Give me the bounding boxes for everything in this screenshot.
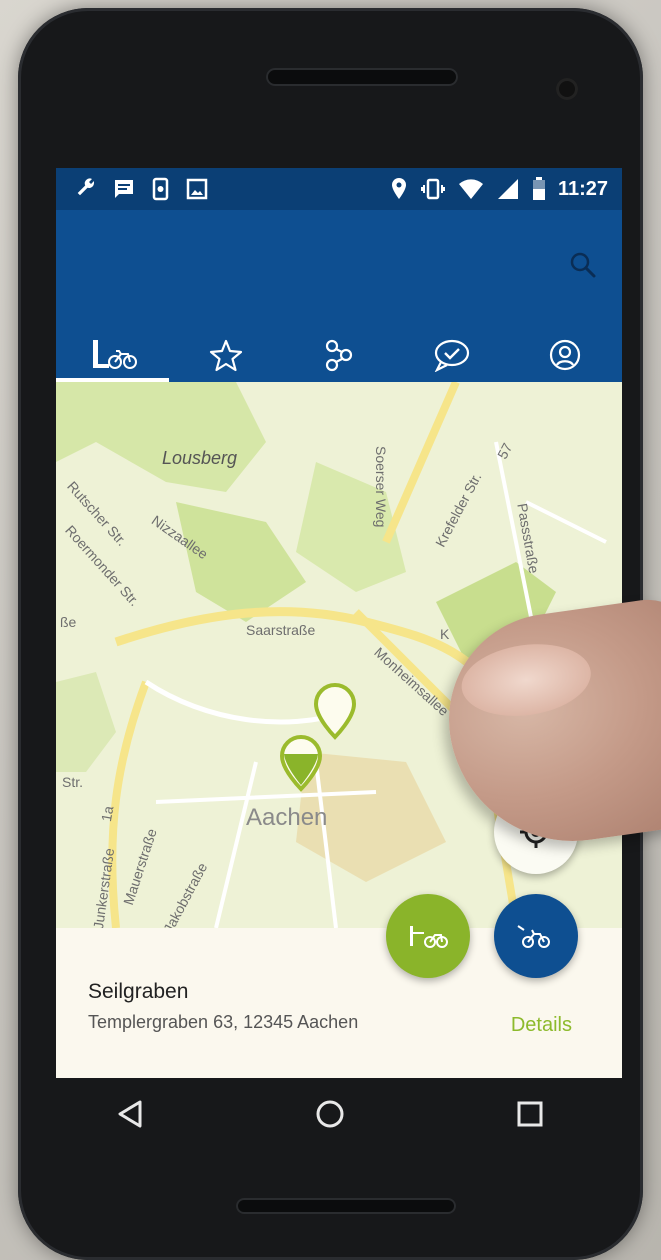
location-icon — [391, 178, 406, 199]
map-label-lousberg: Lousberg — [162, 448, 238, 468]
bike-rent-icon — [410, 926, 448, 948]
details-button[interactable]: Details — [511, 1014, 572, 1037]
station-address: Templergraben 63, 12345 Aachen — [88, 1012, 359, 1032]
search-icon — [570, 252, 596, 278]
map-label-soerser: Soerser Weg — [373, 446, 389, 528]
home-icon[interactable] — [310, 1094, 350, 1134]
clock: 11:27 — [557, 177, 608, 200]
tab-feedback[interactable] — [396, 328, 509, 382]
signal-icon — [497, 179, 518, 199]
tab-routes[interactable] — [282, 328, 395, 382]
front-camera — [556, 78, 578, 100]
rent-bike-button[interactable] — [386, 894, 470, 978]
wifi-icon — [458, 179, 483, 199]
profile-icon — [550, 339, 581, 371]
tab-profile[interactable] — [509, 328, 622, 382]
battery-icon — [532, 177, 545, 200]
map-label-k-partial: K — [440, 626, 450, 642]
bike-return-icon — [517, 925, 550, 948]
top-speaker — [266, 68, 458, 86]
status-bar: 11:27 — [56, 168, 622, 210]
app-bar — [56, 210, 622, 382]
map-label-aachen: Aachen — [246, 804, 328, 831]
tab-favorites[interactable] — [169, 328, 282, 382]
chat-check-icon — [434, 339, 470, 372]
map-label-strasse-left: ße — [60, 614, 77, 630]
image-icon — [186, 178, 208, 200]
return-bike-button[interactable] — [494, 894, 578, 978]
message-icon — [115, 180, 133, 198]
map-label-str-left: Str. — [62, 774, 84, 790]
wrench-icon — [77, 178, 95, 196]
star-icon — [209, 339, 242, 372]
back-icon[interactable] — [110, 1094, 150, 1134]
fingernail — [456, 636, 596, 724]
search-button[interactable] — [568, 250, 598, 280]
station-marker-selected[interactable] — [278, 734, 324, 792]
station-title: Seilgraben — [88, 980, 189, 1003]
route-icon — [325, 339, 353, 372]
tab-bar — [56, 328, 622, 382]
map-label-1a: 1a — [98, 804, 117, 823]
bike-station-icon — [92, 340, 137, 369]
map-label-saarstrasse: Saarstraße — [246, 622, 316, 638]
recents-icon[interactable] — [510, 1094, 550, 1134]
tab-bike-stations[interactable] — [56, 328, 170, 382]
phone-sync-icon — [152, 177, 169, 201]
bottom-speaker — [236, 1198, 456, 1214]
system-nav-bar — [110, 1088, 550, 1140]
vibrate-icon — [420, 178, 445, 200]
station-marker-outline[interactable] — [312, 682, 358, 740]
